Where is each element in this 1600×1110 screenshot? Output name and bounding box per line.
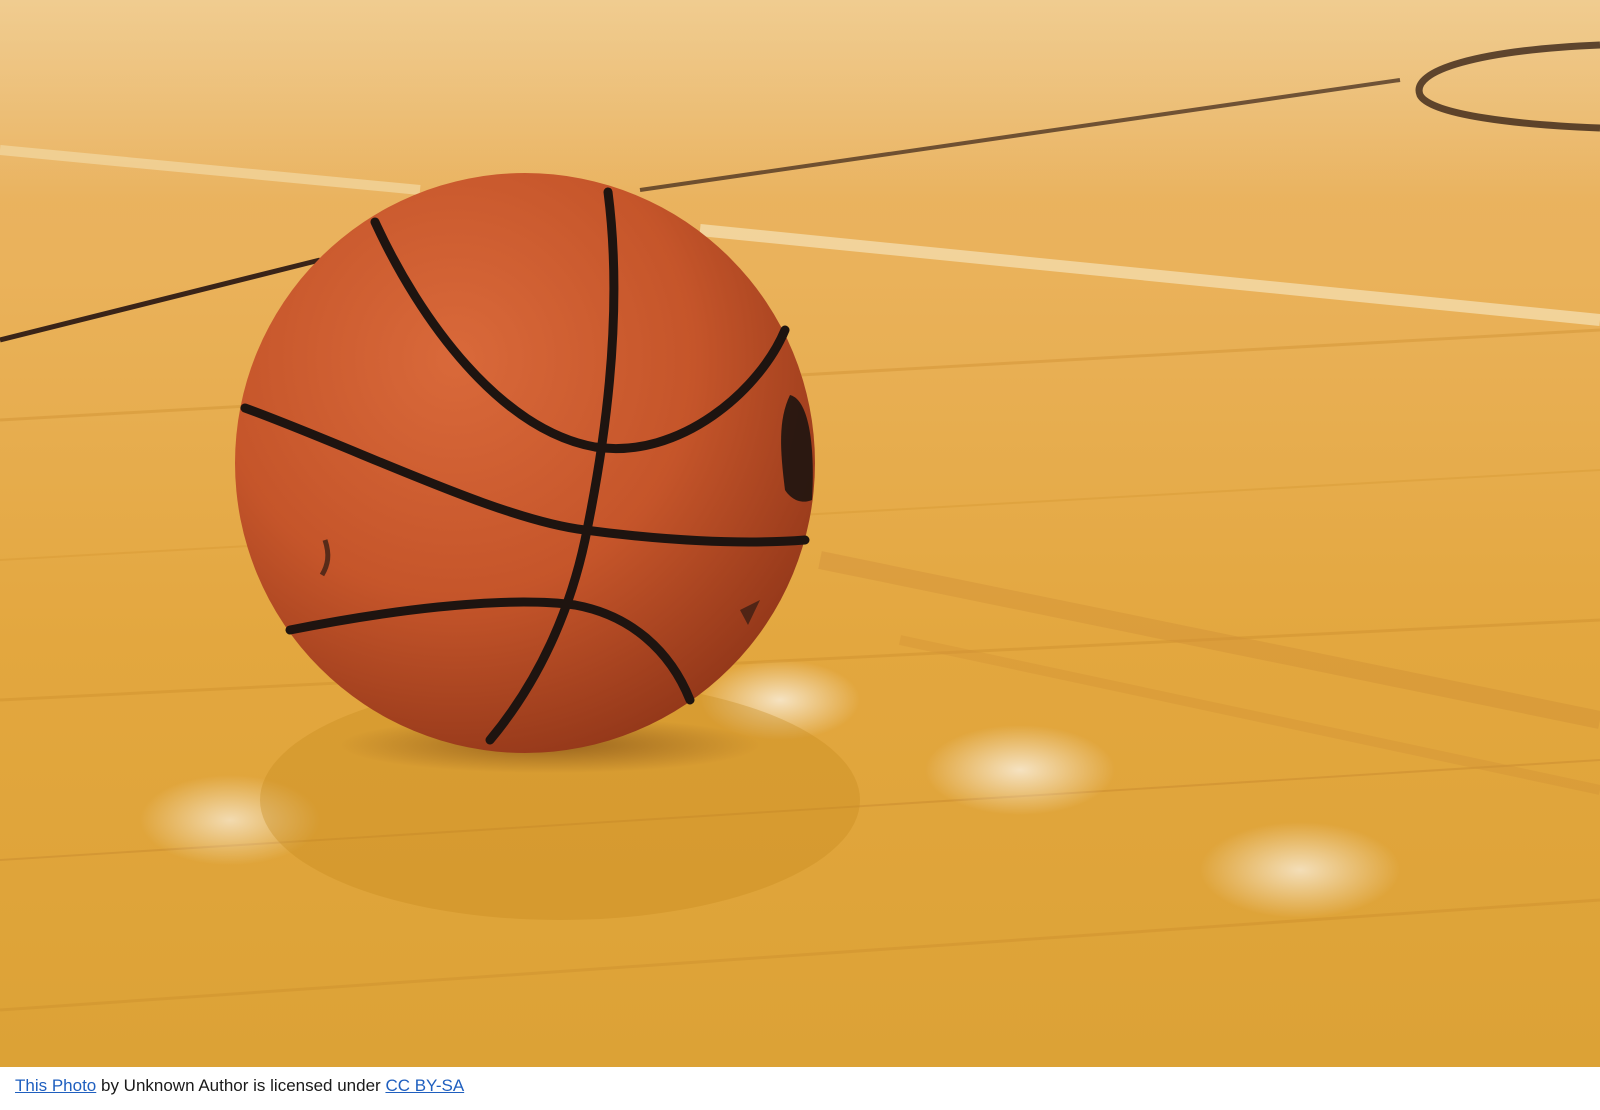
photo-link[interactable]: This Photo [15, 1076, 96, 1095]
basketball-icon [235, 173, 815, 753]
photo-attribution: This Photo by Unknown Author is licensed… [15, 1076, 464, 1096]
license-link[interactable]: CC BY-SA [385, 1076, 464, 1095]
basketball-court-image [0, 0, 1600, 1067]
attribution-text: by Unknown Author is licensed under [96, 1076, 386, 1095]
photo [0, 0, 1600, 1067]
